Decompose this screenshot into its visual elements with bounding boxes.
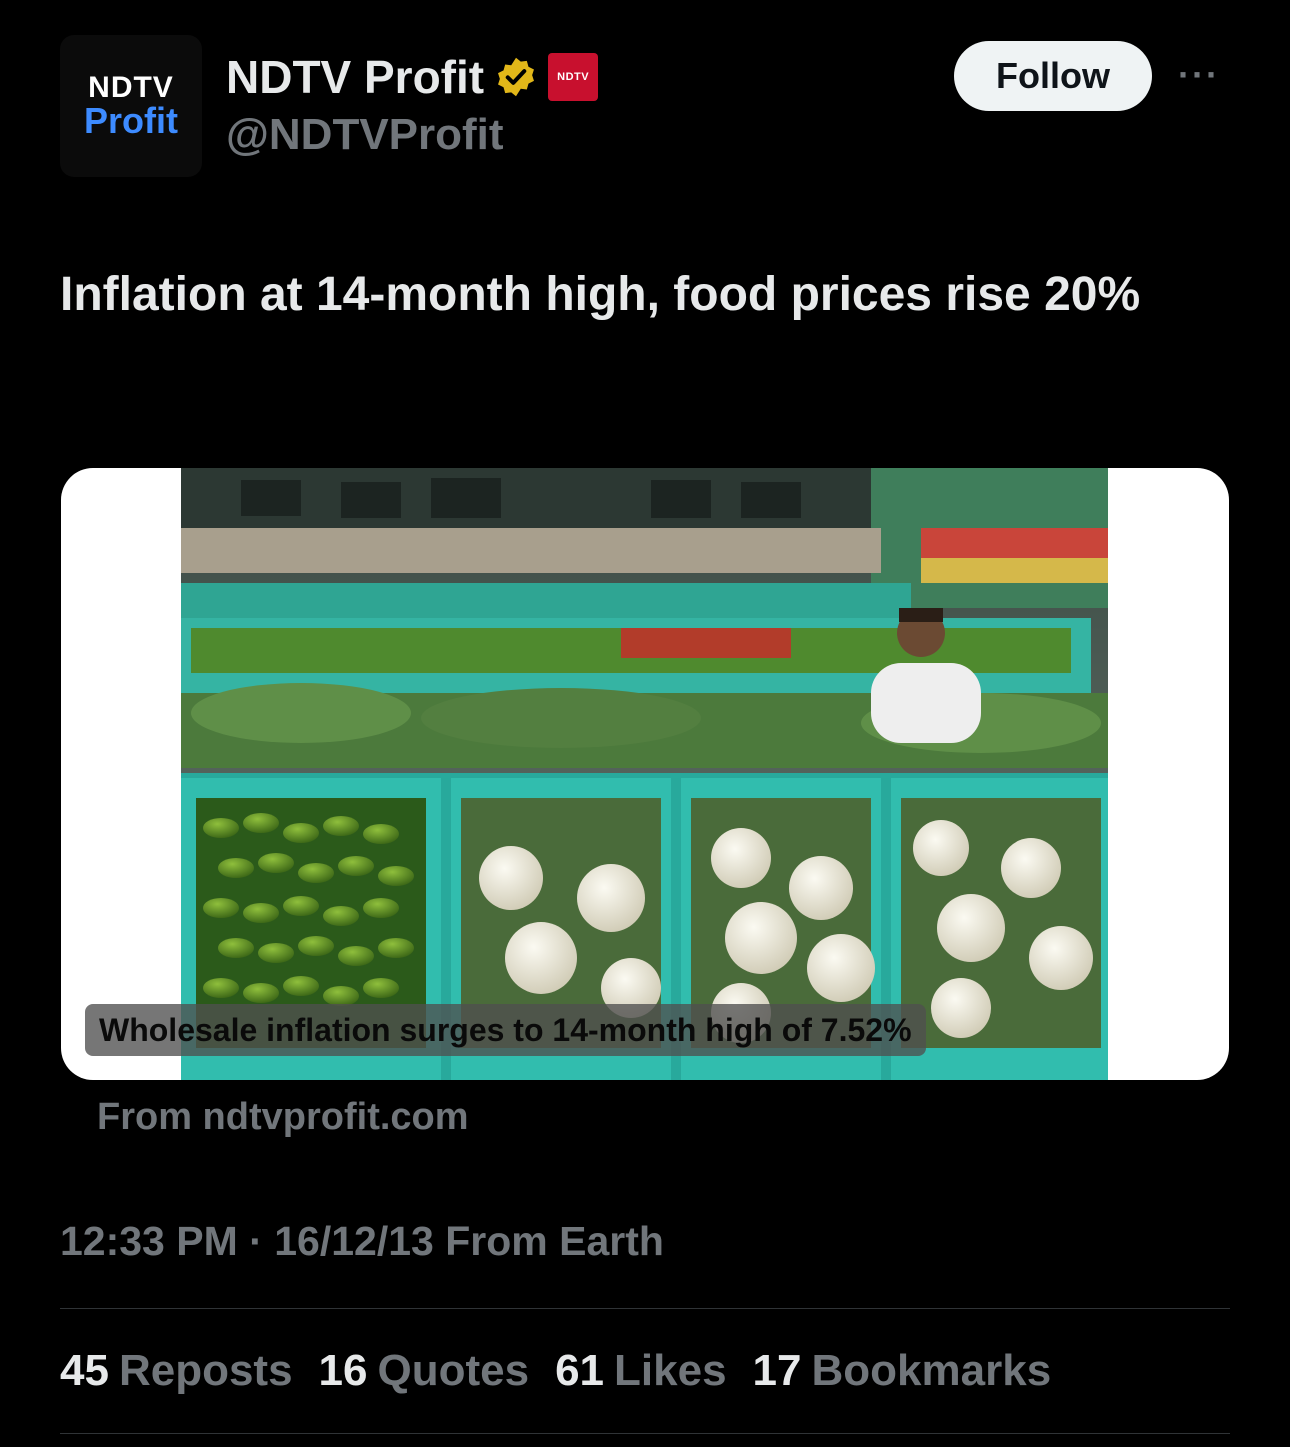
tweet-date[interactable]: 16/12/13 — [274, 1218, 434, 1264]
quotes-label: Quotes — [377, 1346, 530, 1395]
reposts-label: Reposts — [118, 1346, 293, 1395]
tweet-time[interactable]: 12:33 PM — [60, 1218, 238, 1264]
link-card[interactable]: Wholesale inflation surges to 14-month h… — [61, 468, 1229, 1080]
reposts-count: 45 — [60, 1346, 109, 1395]
tweet-source: From Earth — [445, 1218, 664, 1264]
card-image — [181, 468, 1108, 1080]
bookmarks-count: 17 — [752, 1346, 802, 1395]
follow-button[interactable]: Follow — [954, 41, 1152, 111]
engagement-stats: 45 Reposts 16 Quotes 61 Likes 17 Bookmarks — [60, 1346, 1051, 1396]
display-name[interactable]: NDTV Profit — [226, 50, 484, 104]
handle[interactable]: @NDTVProfit — [226, 110, 504, 160]
supermarket-vegetables-photo — [181, 468, 1108, 1080]
bookmarks-label: Bookmarks — [811, 1346, 1052, 1395]
likes-count: 61 — [555, 1346, 605, 1395]
more-options-icon[interactable]: ··· — [1178, 54, 1220, 96]
avatar-logo-line2: Profit — [84, 100, 178, 141]
meta-separator: · — [249, 1218, 263, 1264]
tweet-meta: 12:33 PM · 16/12/13 From Earth — [60, 1218, 664, 1265]
quotes-stat[interactable]: 16 Quotes — [319, 1346, 530, 1396]
likes-stat[interactable]: 61 Likes — [555, 1346, 726, 1396]
tweet-text: Inflation at 14-month high, food prices … — [60, 268, 1141, 321]
bookmarks-stat[interactable]: 17 Bookmarks — [753, 1346, 1052, 1396]
verified-badge-icon[interactable] — [494, 55, 538, 99]
card-caption: Wholesale inflation surges to 14-month h… — [85, 1004, 926, 1056]
card-source-link[interactable]: From ndtvprofit.com — [97, 1096, 469, 1139]
affiliate-badge-icon[interactable]: NDTV — [548, 53, 599, 101]
quotes-count: 16 — [318, 1346, 368, 1395]
likes-label: Likes — [614, 1346, 727, 1395]
divider — [60, 1308, 1230, 1309]
avatar[interactable]: NDTV Profit — [60, 35, 202, 177]
reposts-stat[interactable]: 45 Reposts — [60, 1346, 293, 1396]
author-name-row: NDTV Profit NDTV — [226, 50, 599, 104]
divider — [60, 1433, 1230, 1434]
